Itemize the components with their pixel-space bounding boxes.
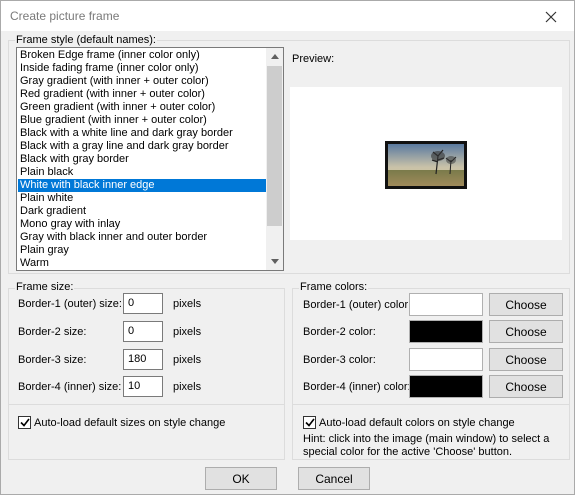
- close-icon[interactable]: [528, 1, 574, 32]
- list-item[interactable]: Red gradient (with inner + outer color): [18, 88, 267, 101]
- border1-size-label: Border-1 (outer) size:: [18, 298, 122, 310]
- preview-image: [385, 141, 467, 189]
- scroll-down-icon[interactable]: [266, 253, 283, 270]
- border4-size-unit: pixels: [173, 381, 202, 393]
- size-divider: [8, 404, 285, 405]
- preview-label: Preview:: [292, 53, 335, 65]
- border2-size-label: Border-2 size:: [18, 326, 87, 338]
- border3-size-label: Border-3 size:: [18, 354, 87, 366]
- autoload-sizes-checkbox[interactable]: [18, 416, 31, 429]
- list-item[interactable]: White with black inner edge: [18, 179, 267, 192]
- checkmark-icon: [304, 418, 315, 427]
- scrollbar-thumb[interactable]: [267, 66, 282, 226]
- cancel-button[interactable]: Cancel: [298, 467, 370, 490]
- border2-size-input[interactable]: 0: [123, 321, 163, 342]
- border1-color-swatch: [409, 293, 483, 316]
- border1-color-label: Border-1 (outer) color:: [303, 299, 412, 311]
- list-item[interactable]: Black with a white line and dark gray bo…: [18, 127, 267, 140]
- list-item[interactable]: Warm: [18, 257, 267, 270]
- frame-colors-group-label: Frame colors:: [299, 281, 369, 293]
- border3-color-label: Border-3 color:: [303, 354, 376, 366]
- list-item[interactable]: Plain black: [18, 166, 267, 179]
- autoload-colors-checkbox[interactable]: [303, 416, 316, 429]
- list-item[interactable]: Black with gray border: [18, 153, 267, 166]
- list-item[interactable]: Mono gray with inlay: [18, 218, 267, 231]
- list-item[interactable]: Plain gray: [18, 244, 267, 257]
- border1-choose-button[interactable]: Choose: [489, 293, 563, 316]
- border3-size-unit: pixels: [173, 354, 202, 366]
- list-item[interactable]: Dark gradient: [18, 205, 267, 218]
- border1-size-input[interactable]: 0: [123, 293, 163, 314]
- list-item[interactable]: Inside fading frame (inner color only): [18, 62, 267, 75]
- border3-color-swatch: [409, 348, 483, 371]
- landscape-thumbnail-icon: [388, 144, 464, 186]
- hint-text-line2: special color for the active 'Choose' bu…: [303, 446, 513, 458]
- frame-style-group-label: Frame style (default names):: [15, 34, 157, 46]
- scroll-up-icon[interactable]: [266, 48, 283, 65]
- list-item[interactable]: Gray with black inner and outer border: [18, 231, 267, 244]
- border3-choose-button[interactable]: Choose: [489, 348, 563, 371]
- list-item[interactable]: Blue gradient (with inner + outer color): [18, 114, 267, 127]
- border2-size-unit: pixels: [173, 326, 202, 338]
- list-item[interactable]: Green gradient (with inner + outer color…: [18, 101, 267, 114]
- checkmark-icon: [19, 418, 30, 427]
- border2-color-label: Border-2 color:: [303, 326, 376, 338]
- autoload-sizes-label[interactable]: Auto-load default sizes on style change: [34, 417, 225, 429]
- list-item[interactable]: Broken Edge frame (inner color only): [18, 49, 267, 62]
- list-item[interactable]: Plain white: [18, 192, 267, 205]
- hint-text-line1: Hint: click into the image (main window)…: [303, 433, 550, 445]
- title-bar: Create picture frame: [0, 0, 575, 31]
- ok-button[interactable]: OK: [205, 467, 277, 490]
- border3-size-input[interactable]: 180: [123, 349, 163, 370]
- list-scrollbar[interactable]: [266, 48, 283, 270]
- autoload-colors-label[interactable]: Auto-load default colors on style change: [319, 417, 515, 429]
- frame-style-list[interactable]: Broken Edge frame (inner color only) Insi…: [16, 47, 284, 271]
- list-item[interactable]: Black with a gray line and dark gray bor…: [18, 140, 267, 153]
- colors-divider: [292, 404, 570, 405]
- frame-style-items: Broken Edge frame (inner color only) Insi…: [18, 49, 267, 270]
- border1-size-unit: pixels: [173, 298, 202, 310]
- list-item[interactable]: Gray gradient (with inner + outer color): [18, 75, 267, 88]
- frame-size-group-label: Frame size:: [15, 281, 75, 293]
- border2-choose-button[interactable]: Choose: [489, 320, 563, 343]
- window-title: Create picture frame: [10, 9, 120, 23]
- border4-color-swatch: [409, 375, 483, 398]
- border4-choose-button[interactable]: Choose: [489, 375, 563, 398]
- border2-color-swatch: [409, 320, 483, 343]
- border4-size-label: Border-4 (inner) size:: [18, 381, 122, 393]
- border4-size-input[interactable]: 10: [123, 376, 163, 397]
- border4-color-label: Border-4 (inner) color:: [303, 381, 411, 393]
